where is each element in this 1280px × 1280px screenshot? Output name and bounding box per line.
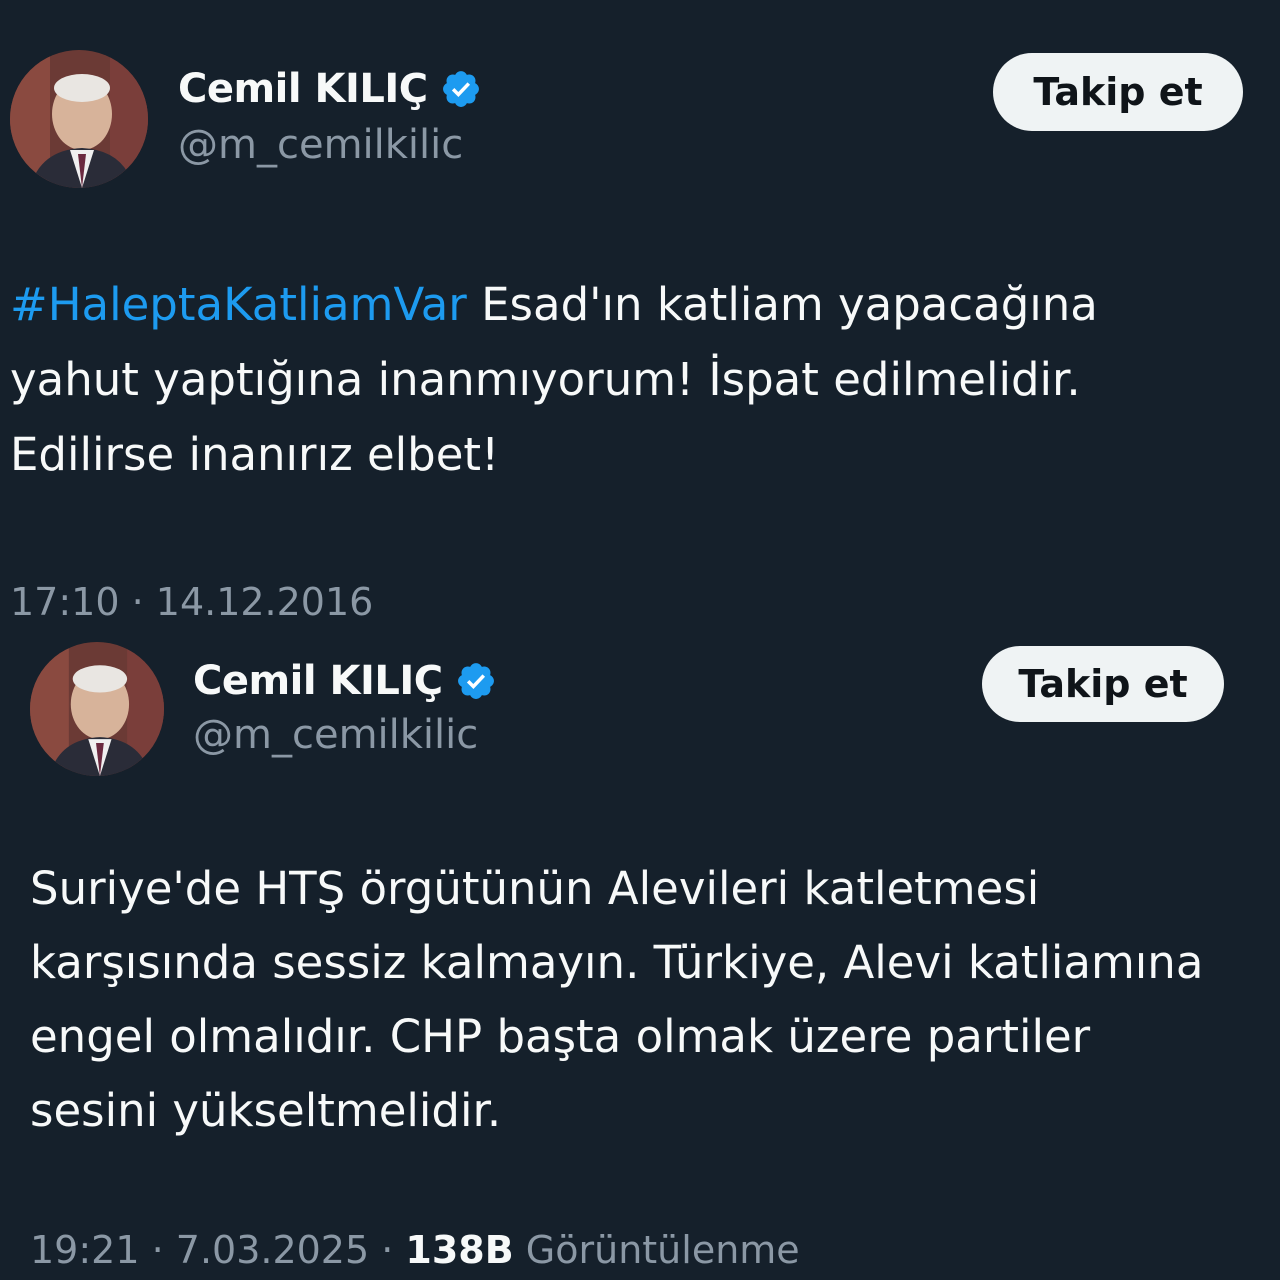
views-count: 138B [405,1228,514,1272]
tweet-text: Suriye'de HTŞ örgütünün Alevileri katlet… [30,852,1203,1148]
views-label: Görüntülenme [513,1228,800,1272]
display-name[interactable]: Cemil KILIÇ [193,658,443,704]
tweet-text-line: Suriye'de HTŞ örgütünün Alevileri katlet… [30,862,1040,915]
display-name[interactable]: Cemil KILIÇ [178,66,428,112]
tweet-2: Cemil KILIÇ @m_cemilkilic Takip et Suriy… [0,640,1280,1280]
verified-badge-icon [440,68,482,110]
tweet-text-line: yahut yaptığına inanmıyorum! İspat edilm… [10,353,1081,406]
verified-badge-icon [455,660,497,702]
tweet-text-line: sesini yükseltmelidir. [30,1084,502,1137]
follow-button[interactable]: Takip et [982,646,1224,722]
tweet-text-line: karşısında sessiz kalmayın. Türkiye, Ale… [30,936,1204,989]
tweet-text: #HaleptaKatliamVar Esad'ın katliam yapac… [10,267,1098,492]
tweet-time: 19:21 [30,1228,140,1272]
tweet-text-line: engel olmalıdır. CHP başta olmak üzere p… [30,1010,1091,1063]
meta-separator: · [139,1228,176,1272]
tweet-1: Cemil KILIÇ @m_cemilkilic Takip et #Hale… [0,0,1280,640]
avatar[interactable] [10,50,148,188]
handle[interactable]: @m_cemilkilic [193,712,478,758]
tweet-date: 7.03.2025 [175,1228,370,1272]
meta-separator: · [119,580,156,624]
tweet-text-fragment: Esad'ın katliam yapacağına [466,278,1098,331]
tweet-time: 17:10 [10,580,120,624]
tweet-timestamp[interactable]: 17:10 · 14.12.2016 [10,580,373,624]
follow-button[interactable]: Takip et [993,53,1243,131]
tweet-text-line: Edilirse inanırız elbet! [10,428,500,481]
handle[interactable]: @m_cemilkilic [178,122,463,168]
avatar[interactable] [30,642,164,776]
hashtag-link[interactable]: #HaleptaKatliamVar [10,278,467,331]
tweet-timestamp[interactable]: 19:21 · 7.03.2025 · 138B Görüntülenme [30,1228,800,1272]
tweet-date: 14.12.2016 [155,580,374,624]
tweet-text-line: #HaleptaKatliamVar Esad'ın katliam yapac… [10,267,1098,342]
meta-separator: · [369,1228,406,1272]
